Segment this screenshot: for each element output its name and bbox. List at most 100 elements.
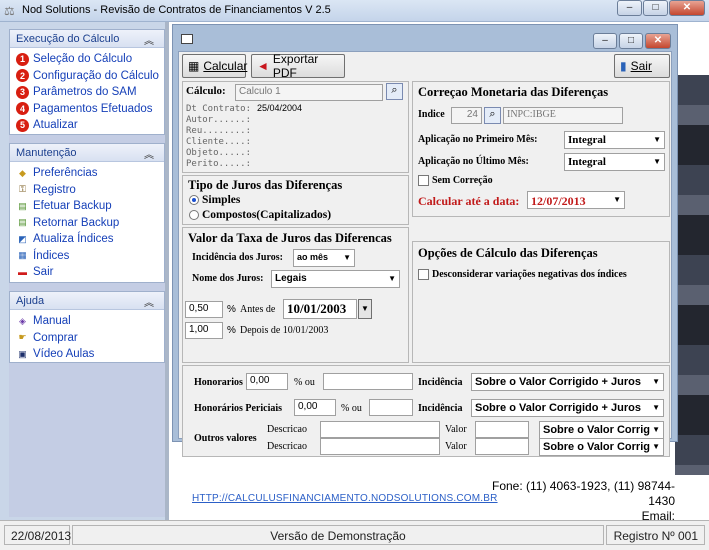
exportar-pdf-button[interactable]: ◄ Exportar PDF xyxy=(251,52,345,80)
radio-compostos[interactable]: Compostos(Capitalizados) xyxy=(189,209,331,221)
descricao1-input[interactable] xyxy=(320,421,440,438)
sidebar-item-video-aulas[interactable]: ▣ Vídeo Aulas xyxy=(10,346,164,363)
sidebar-item-label: Vídeo Aulas xyxy=(33,348,95,361)
radio-compostos-icon xyxy=(189,210,199,221)
sidebar-item-configuracao[interactable]: 2 Configuração do Cálculo xyxy=(10,68,164,85)
data-juros-field[interactable]: 10/01/2003 xyxy=(283,299,357,319)
calculo-field[interactable]: Calculo 1 xyxy=(235,84,383,101)
taxa1-input[interactable]: 0,50 xyxy=(185,301,223,318)
calcular-ate-label: Calcular até a data: xyxy=(418,194,520,208)
radio-simples-icon xyxy=(189,195,199,206)
honorarios-group: Honorarios 0,00 % ou Incidência Sobre o … xyxy=(182,365,670,457)
dt-contrato-value: 25/04/2004 xyxy=(257,103,303,113)
sidebar-item-label: Pagamentos Efetuados xyxy=(33,102,153,115)
tipo-juros-group: Tipo de Juros das Diferenças Simples Com… xyxy=(182,175,409,225)
sidebar-item-label: Registro xyxy=(33,183,76,196)
taxa2-input[interactable]: 1,00 xyxy=(185,322,223,339)
step-5-icon: 5 xyxy=(16,118,29,132)
incidencia-juros-label: Incidência dos Juros: xyxy=(192,252,283,263)
buy-icon: ☛ xyxy=(18,332,27,343)
manual-icon: ◈ xyxy=(19,315,26,326)
autor-label: Autor......: xyxy=(186,115,252,125)
ultimo-mes-select[interactable]: Integral ▼ xyxy=(564,153,665,171)
inner-maximize-button[interactable]: □ xyxy=(619,33,643,49)
valor1-input[interactable] xyxy=(475,421,529,438)
panel-ajuda-header[interactable]: Ajuda ︽ xyxy=(10,292,164,310)
window-title: Nod Solutions - Revisão de Contratos de … xyxy=(22,4,331,16)
collapse-icon[interactable]: ︽ xyxy=(144,146,154,161)
valor-label: Valor xyxy=(445,441,467,452)
sidebar-item-preferencias[interactable]: ◆ Preferências xyxy=(10,165,164,182)
desconsiderar-checkbox[interactable]: Desconsiderar variações negativas dos ín… xyxy=(418,269,627,281)
indice-num-field[interactable]: 24 xyxy=(451,107,482,124)
website-link[interactable]: HTTP://CALCULUSFINANCIAMENTO.NODSOLUTION… xyxy=(192,493,498,504)
sidebar-item-selecao[interactable]: 1 Seleção do Cálculo xyxy=(10,51,164,68)
step-4-icon: 4 xyxy=(16,102,29,116)
calculo-window: – □ ✕ ▦ Calcular ◄ Exportar PDF ▮ Sair C… xyxy=(172,24,678,457)
date-picker-icon[interactable]: ▼ xyxy=(358,299,372,319)
honorarios-input[interactable]: 0,00 xyxy=(246,373,288,390)
sidebar-item-manual[interactable]: ◈ Manual xyxy=(10,313,164,330)
sidebar-item-comprar[interactable]: ☛ Comprar xyxy=(10,330,164,347)
radio-simples[interactable]: Simples xyxy=(189,194,240,206)
primeiro-mes-value: Integral xyxy=(568,134,606,146)
sidebar-item-atualiza-indices[interactable]: ◩ Atualiza Índices xyxy=(10,231,164,248)
honorarios-valor-input[interactable] xyxy=(323,373,413,390)
periciais-incidencia-select[interactable]: Sobre o Valor Corrigido + Juros ▼ xyxy=(471,399,664,417)
outros2-incidencia-select[interactable]: Sobre o Valor Corrig ▼ xyxy=(539,438,664,456)
exportar-label: Exportar PDF xyxy=(272,52,319,80)
sidebar-splitter[interactable] xyxy=(165,22,169,520)
inner-minimize-button[interactable]: – xyxy=(593,33,617,49)
honorarios-incidencia-select[interactable]: Sobre o Valor Corrigido + Juros ▼ xyxy=(471,373,664,391)
sair-button[interactable]: ▮ Sair xyxy=(614,54,670,78)
periciais-valor-input[interactable] xyxy=(369,399,413,416)
video-icon: ▣ xyxy=(18,348,27,359)
maximize-button[interactable]: □ xyxy=(643,0,668,16)
pct-ou-label: % ou xyxy=(341,403,362,414)
status-date: 22/08/2013 xyxy=(4,525,71,545)
sidebar-item-sair[interactable]: ▬ Sair xyxy=(10,264,164,281)
calculo-label: Cálculo: xyxy=(186,85,226,97)
sidebar-item-efetuar-backup[interactable]: ▤ Efetuar Backup xyxy=(10,198,164,215)
calcular-ate-select[interactable]: 12/07/2013 ▼ xyxy=(527,191,625,209)
indice-search-icon[interactable]: ⌕ xyxy=(484,107,501,124)
sidebar-item-label: Parâmetros do SAM xyxy=(33,86,137,99)
valor2-input[interactable] xyxy=(475,438,529,455)
opcoes-title: Opções de Cálculo das Diferenças xyxy=(418,246,598,260)
pct-ou-label: % ou xyxy=(294,377,315,388)
descricao2-input[interactable] xyxy=(320,438,440,455)
search-icon[interactable]: ⌕ xyxy=(386,83,403,100)
close-button[interactable]: ✕ xyxy=(669,0,705,16)
panel-manutencao-header[interactable]: Manutenção ︽ xyxy=(10,144,164,162)
sidebar-item-parametros[interactable]: 3 Parâmetros do SAM xyxy=(10,84,164,101)
descricao-label: Descricao xyxy=(267,441,307,452)
minimize-button[interactable]: – xyxy=(617,0,642,16)
panel-execucao-header[interactable]: Execução do Cálculo ︽ xyxy=(10,30,164,48)
nome-juros-select[interactable]: Legais ▼ xyxy=(271,270,400,288)
sidebar-item-indices[interactable]: ▦ Índices xyxy=(10,248,164,265)
window-icon xyxy=(181,34,193,44)
sidebar-item-registro[interactable]: ⚿ Registro xyxy=(10,182,164,199)
primeiro-mes-select[interactable]: Integral ▼ xyxy=(564,131,665,149)
pdf-icon: ◄ xyxy=(257,59,269,73)
phone-text: Fone: (11) 4063-1923, (11) 98744-1430 xyxy=(491,479,675,508)
calculo-window-titlebar: – □ ✕ xyxy=(173,25,677,51)
sidebar: Execução do Cálculo ︽ 1 Seleção do Cálcul… xyxy=(9,29,165,517)
collapse-icon[interactable]: ︽ xyxy=(144,294,154,309)
outros1-incidencia-select[interactable]: Sobre o Valor Corrig ▼ xyxy=(539,421,664,439)
sidebar-item-retornar-backup[interactable]: ▤ Retornar Backup xyxy=(10,215,164,232)
calcular-button[interactable]: ▦ Calcular xyxy=(182,54,247,78)
collapse-icon[interactable]: ︽ xyxy=(144,32,154,47)
window-titlebar: ⚖ Nod Solutions - Revisão de Contratos d… xyxy=(0,0,709,22)
sidebar-item-atualizar[interactable]: 5 Atualizar xyxy=(10,117,164,134)
sem-correcao-checkbox[interactable]: Sem Correção xyxy=(418,175,493,187)
chevron-down-icon: ▼ xyxy=(652,377,660,386)
step-2-icon: 2 xyxy=(16,69,29,83)
sem-correcao-label: Sem Correção xyxy=(432,175,493,186)
incidencia-juros-select[interactable]: ao mês ▼ xyxy=(293,249,355,267)
sidebar-item-pagamentos[interactable]: 4 Pagamentos Efetuados xyxy=(10,101,164,118)
checkbox-icon xyxy=(418,269,429,281)
inner-close-button[interactable]: ✕ xyxy=(645,33,671,49)
periciais-input[interactable]: 0,00 xyxy=(294,399,336,416)
ultimo-mes-value: Integral xyxy=(568,156,606,168)
